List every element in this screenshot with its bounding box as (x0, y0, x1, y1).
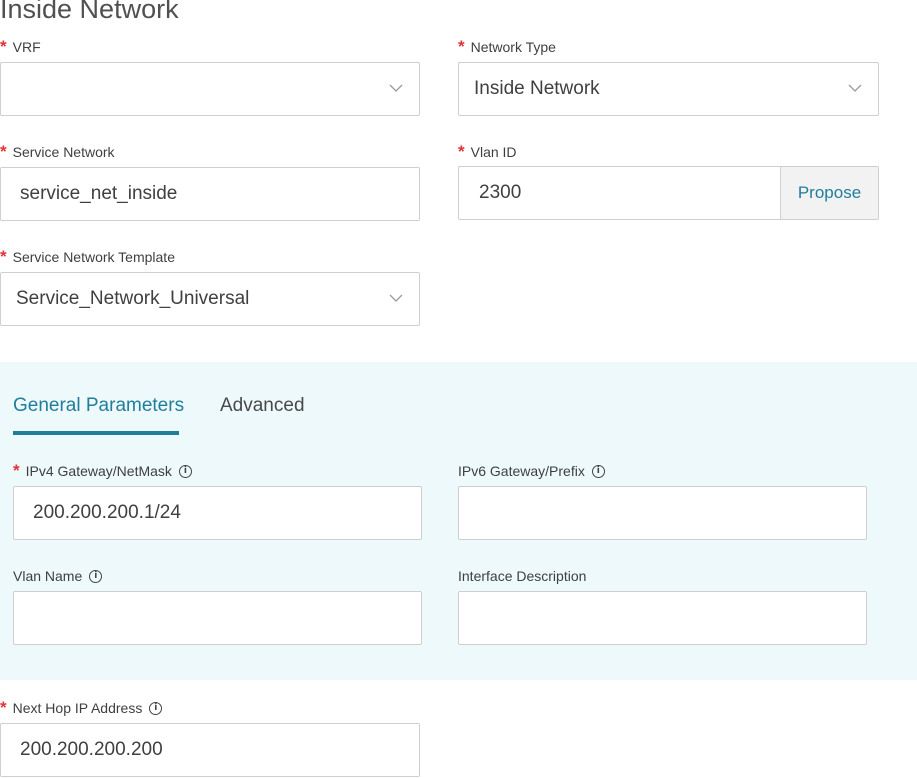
network-type-select[interactable]: Inside Network (458, 62, 879, 116)
next-hop-ip-value: 200.200.200.200 (20, 739, 163, 760)
info-icon[interactable]: i (89, 569, 103, 583)
service-network-template-label: Service Network Template (12, 249, 175, 265)
ipv4-label-row: * IPv4 Gateway/NetMask i (13, 462, 192, 480)
ipv4-gateway-value: 200.200.200.1/24 (33, 502, 181, 523)
interface-description-label: Interface Description (458, 568, 587, 584)
interface-description-input[interactable] (458, 591, 867, 645)
ipv6-label: IPv6 Gateway/Prefix (458, 463, 585, 479)
network-type-value: Inside Network (474, 78, 600, 99)
template-label-row: * Service Network Template (0, 248, 175, 266)
required-asterisk-icon: * (0, 37, 7, 56)
service-network-value: service_net_inside (20, 183, 178, 204)
required-asterisk-icon: * (458, 142, 465, 161)
propose-button[interactable]: Propose (780, 167, 878, 219)
chevron-down-icon (848, 84, 862, 92)
tab-advanced[interactable]: Advanced (220, 395, 305, 417)
service-network-input[interactable]: service_net_inside (0, 167, 420, 221)
service-network-template-value: Service_Network_Universal (16, 288, 250, 309)
vlan-id-label-row: * Vlan ID (458, 143, 517, 161)
tab-general-parameters[interactable]: General Parameters (13, 395, 184, 417)
required-asterisk-icon: * (0, 698, 7, 717)
vlan-name-input[interactable] (13, 591, 422, 645)
network-type-label: Network Type (470, 39, 556, 55)
service-network-template-select[interactable]: Service_Network_Universal (0, 272, 420, 326)
vrf-select[interactable] (0, 62, 420, 116)
required-asterisk-icon: * (13, 461, 20, 480)
service-network-label: Service Network (12, 144, 115, 160)
active-tab-indicator (13, 431, 179, 435)
network-type-label-row: * Network Type (458, 38, 556, 56)
chevron-down-icon (389, 294, 403, 302)
ipv6-label-row: IPv6 Gateway/Prefix i (458, 462, 605, 480)
chevron-down-icon (389, 84, 403, 92)
vlan-id-field: 2300 Propose (458, 166, 879, 220)
required-asterisk-icon: * (458, 37, 465, 56)
next-hop-label-row: * Next Hop IP Address i (0, 698, 163, 717)
service-network-label-row: * Service Network (0, 143, 115, 161)
vlan-id-label: Vlan ID (470, 144, 517, 160)
required-asterisk-icon: * (0, 247, 7, 266)
vrf-label: VRF (12, 39, 41, 55)
page-title: Inside Network (0, 0, 179, 24)
vlan-name-label-row: Vlan Name i (13, 567, 103, 585)
ipv4-label: IPv4 Gateway/NetMask (25, 463, 172, 479)
interface-description-label-row: Interface Description (458, 567, 586, 585)
vlan-name-label: Vlan Name (13, 568, 83, 584)
vrf-label-row: * VRF (0, 38, 41, 56)
ipv4-gateway-input[interactable]: 200.200.200.1/24 (13, 486, 422, 540)
ipv6-gateway-input[interactable] (458, 486, 867, 540)
info-icon[interactable]: i (591, 464, 605, 478)
info-icon[interactable]: i (149, 701, 163, 715)
next-hop-label: Next Hop IP Address (12, 700, 143, 716)
info-icon[interactable]: i (178, 464, 192, 478)
required-asterisk-icon: * (0, 142, 7, 161)
next-hop-ip-input[interactable]: 200.200.200.200 (0, 723, 420, 777)
vlan-id-input[interactable]: 2300 (459, 182, 521, 204)
